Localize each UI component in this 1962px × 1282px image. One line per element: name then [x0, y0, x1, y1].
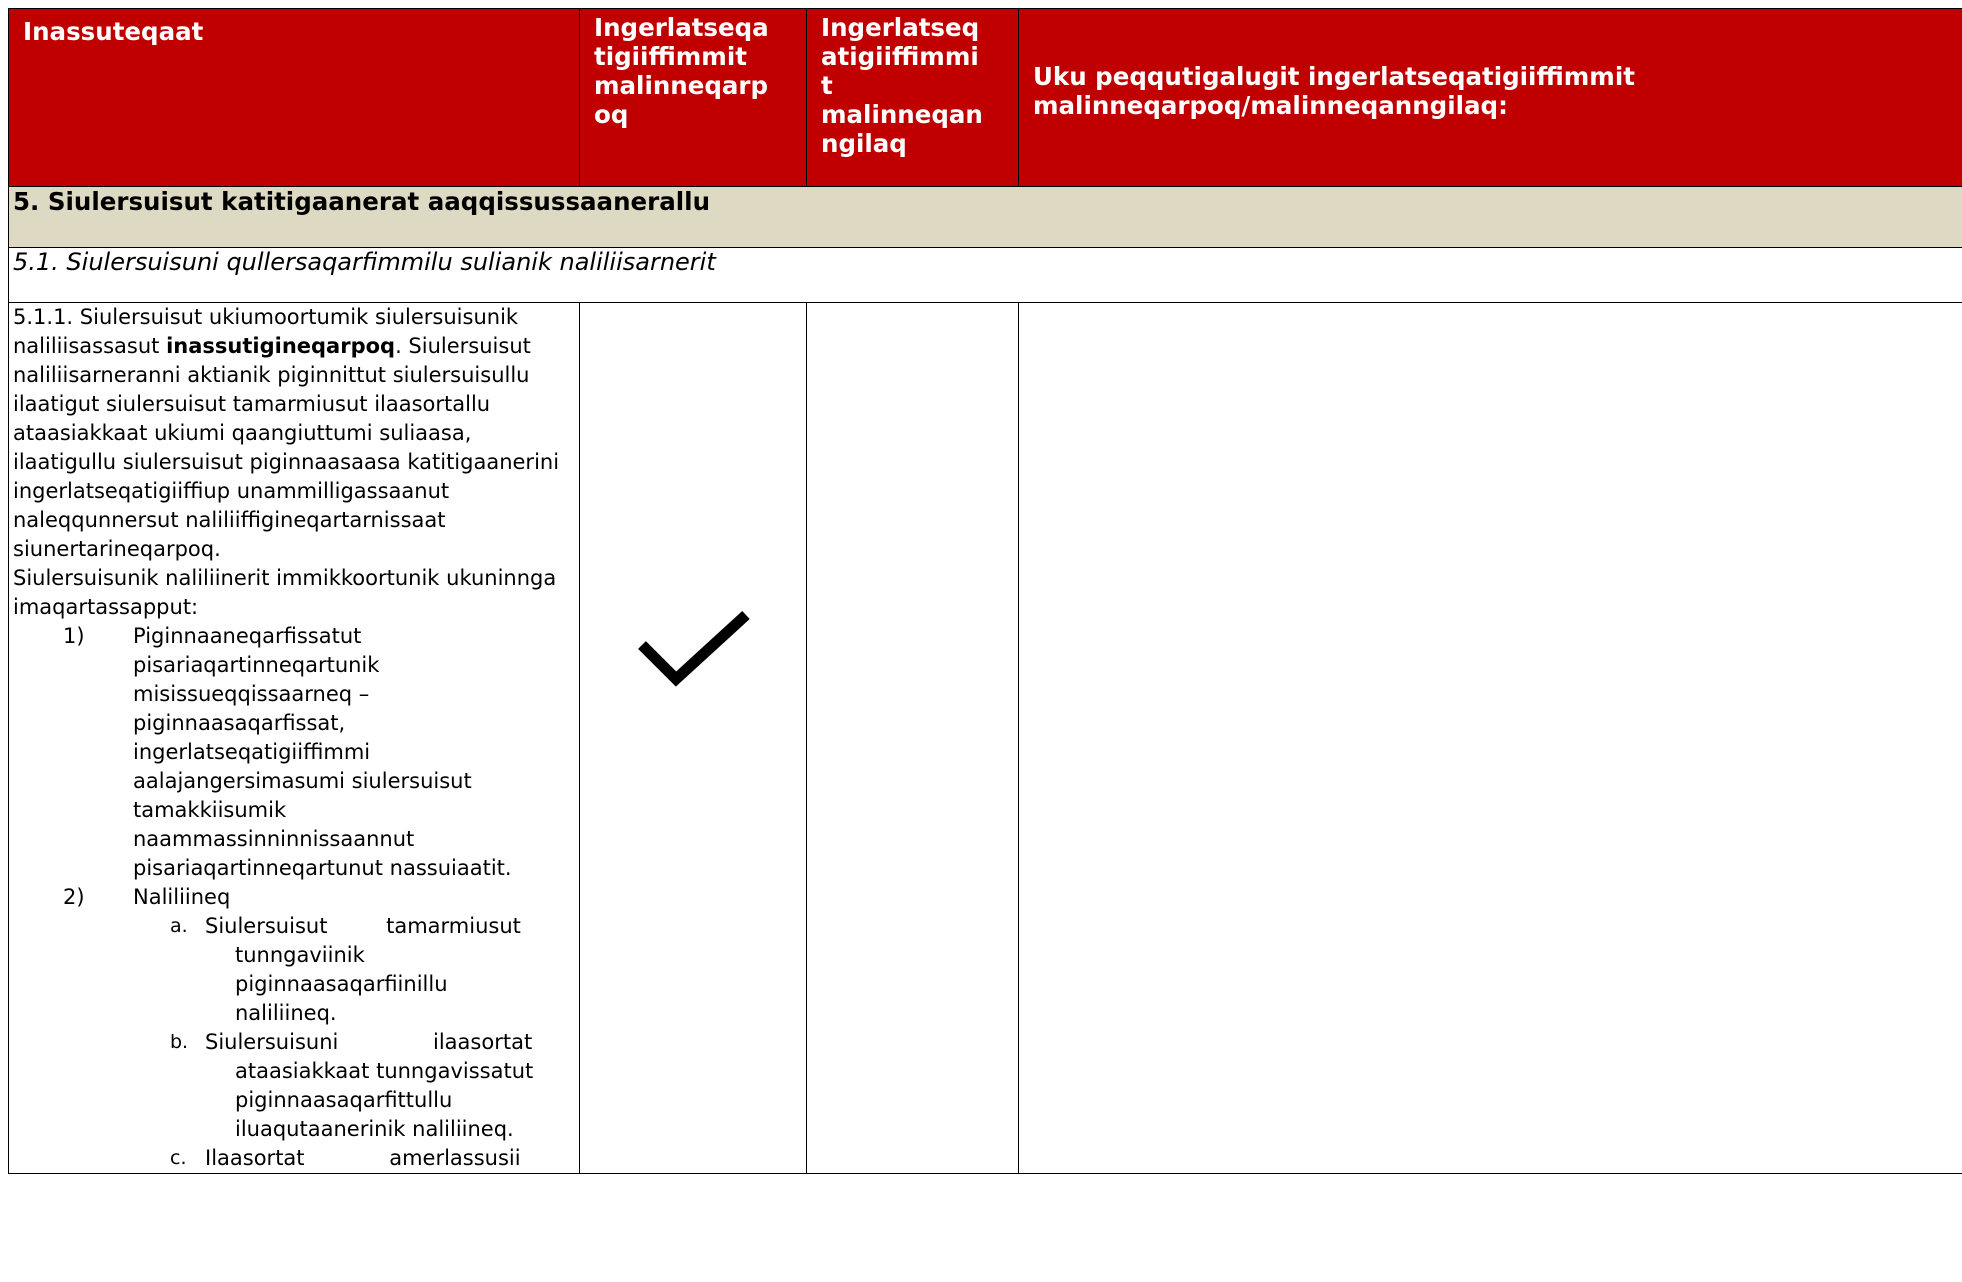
- list-item: c. Ilaasortat amerlassusii: [170, 1146, 521, 1170]
- recommendation-bold: inassutigineqarpoq: [166, 334, 396, 358]
- checkmark-icon: [638, 610, 750, 687]
- recommendation-row: 5.1.1. Siulersuisut ukiumoortumik siuler…: [8, 302, 1962, 1174]
- recommendation-intro: 5.1.1. Siulersuisut ukiumoortumik siuler…: [13, 305, 560, 561]
- recommendation-para2: Siulersuisunik naliliinerit immikkoortun…: [13, 566, 557, 619]
- list-item: b. Siulersuisuni ilaasortat ataasiakkaat …: [170, 1030, 534, 1141]
- section-row: 5. Siulersuisut katitigaanerat aaqqissus…: [8, 186, 1962, 248]
- header-followed: Ingerlatseqa tigiiffimmit malinneqarp oq: [579, 8, 807, 187]
- list-item: a. Siulersuisut tamarmiusut tunngaviinik …: [170, 914, 521, 1025]
- explanation-cell: [1018, 302, 1962, 1174]
- not-followed-cell: [806, 302, 1019, 1174]
- recommendations-table: Inassuteqaat Ingerlatseqa tigiiffimmit m…: [8, 8, 1962, 1174]
- subsection-row: 5.1. Siulersuisuni qullersaqarfimmilu su…: [8, 247, 1962, 303]
- numbered-list: 1) Piginnaaneqarfissatut pisariaqartinne…: [13, 622, 579, 912]
- lettered-list: a. Siulersuisut tamarmiusut tunngaviinik …: [170, 912, 579, 1173]
- followed-cell: [579, 302, 807, 1174]
- header-recommendations: Inassuteqaat: [8, 8, 580, 187]
- subsection-title: 5.1. Siulersuisuni qullersaqarfimmilu su…: [8, 247, 1962, 303]
- header-row: Inassuteqaat Ingerlatseqa tigiiffimmit m…: [8, 8, 1962, 187]
- header-explanation: Uku peqqutigalugit ingerlatseqatigiiffim…: [1018, 8, 1962, 187]
- header-not-followed: Ingerlatseq atigiiffimmi t malinneqan ng…: [806, 8, 1019, 187]
- list-item: 2) Naliliineq: [63, 885, 231, 909]
- section-title: 5. Siulersuisut katitigaanerat aaqqissus…: [8, 186, 1962, 248]
- list-item: 1) Piginnaaneqarfissatut pisariaqartinne…: [63, 624, 512, 880]
- recommendation-text: 5.1.1. Siulersuisut ukiumoortumik siuler…: [8, 302, 580, 1174]
